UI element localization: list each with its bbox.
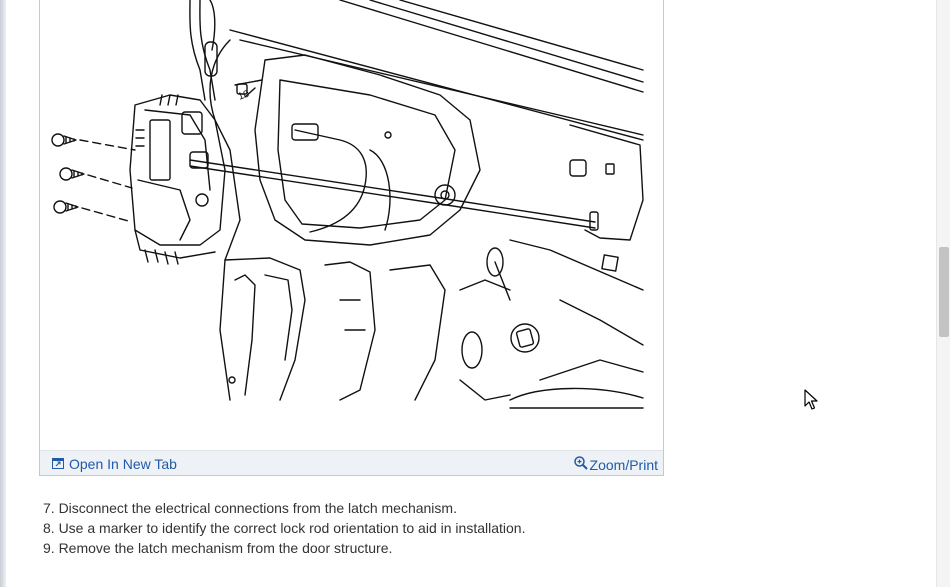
instruction-steps: 7. Disconnect the electrical connections… — [43, 498, 525, 558]
scrollbar-thumb[interactable] — [939, 247, 949, 337]
step-item: 9. Remove the latch mechanism from the d… — [43, 540, 393, 556]
zoom-print-link[interactable]: Zoom/Print — [573, 456, 658, 473]
mouse-pointer-icon — [804, 389, 818, 411]
new-tab-icon — [52, 456, 64, 472]
figure-container: 10 Open In New Tab Zoom/Print — [39, 0, 664, 476]
door-latch-diagram[interactable]: 10 — [40, 0, 663, 450]
step-item: 8. Use a marker to identify the correct … — [43, 520, 526, 536]
vertical-scrollbar[interactable] — [936, 0, 950, 587]
window-edge — [0, 0, 6, 587]
open-in-new-tab-link[interactable]: Open In New Tab — [52, 456, 177, 472]
zoom-print-label: Zoom/Print — [589, 456, 658, 473]
step-item: 7. Disconnect the electrical connections… — [43, 500, 457, 516]
open-in-new-tab-label: Open In New Tab — [69, 456, 177, 472]
figure-toolbar: Open In New Tab Zoom/Print — [40, 450, 663, 475]
magnifier-plus-icon — [573, 456, 588, 473]
diagram-callout-number: 10 — [237, 88, 252, 102]
